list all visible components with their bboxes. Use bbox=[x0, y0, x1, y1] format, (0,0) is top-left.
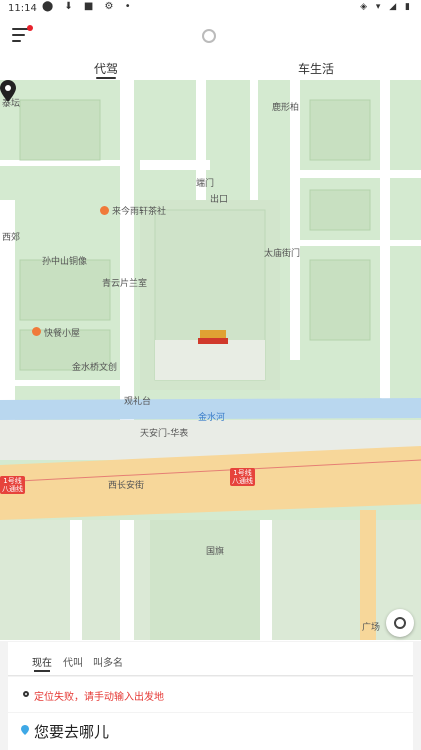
map-label: 来今雨轩茶社 bbox=[112, 207, 167, 217]
metro-badge: 1号线 八通线 bbox=[0, 476, 25, 494]
app-bar bbox=[0, 18, 421, 54]
pickup-field[interactable]: 定位失败，请手动输入出发地 bbox=[8, 677, 413, 712]
map-label: 金水河 bbox=[198, 413, 226, 423]
map-label: 西长安街 bbox=[108, 481, 145, 491]
locate-me-button[interactable] bbox=[386, 609, 414, 637]
location-pin-icon bbox=[0, 80, 16, 102]
notification-dot bbox=[27, 25, 33, 31]
app-logo-icon bbox=[202, 29, 216, 43]
map-label: 快餐小屋 bbox=[44, 329, 81, 339]
system-status-icons: ◈ ▾ ◢ ▮ bbox=[360, 2, 413, 12]
map-label: 端门 bbox=[196, 179, 215, 189]
map-label: 出口 bbox=[210, 195, 229, 205]
mode-call-for-others[interactable]: 代叫 bbox=[63, 654, 83, 669]
map-label: 青云片兰室 bbox=[102, 279, 148, 289]
map-label: 西郊 bbox=[2, 233, 21, 243]
mode-now[interactable]: 现在 bbox=[32, 654, 52, 669]
pickup-text: 定位失败，请手动输入出发地 bbox=[34, 692, 164, 703]
destination-field[interactable]: 您要去哪儿 bbox=[8, 713, 413, 750]
ride-mode-tabs: 现在 代叫 叫多名 bbox=[8, 642, 413, 676]
map-label: 鹿形柏 bbox=[272, 103, 300, 113]
map-view[interactable]: 泰坛 鹿形柏 端门 出口 来今雨轩茶社 西郊 孙中山铜像 太庙街门 青云片兰室 … bbox=[0, 80, 421, 640]
map-label: 广场 bbox=[362, 623, 381, 633]
tab-car-life[interactable]: 车生活 bbox=[298, 60, 334, 77]
destination-pin-icon bbox=[21, 725, 29, 735]
pickup-dot-icon bbox=[23, 691, 29, 697]
destination-text: 您要去哪儿 bbox=[34, 723, 110, 741]
status-time: 11:14 bbox=[8, 3, 37, 14]
mode-active-indicator bbox=[34, 670, 50, 672]
notification-icons: ⬤ ⬇ ■ ⚙ • bbox=[42, 1, 135, 12]
map-label: 国旗 bbox=[206, 547, 225, 557]
metro-badge: 1号线 八通线 bbox=[230, 468, 255, 486]
mode-call-multiple[interactable]: 叫多名 bbox=[93, 654, 123, 669]
map-label: 孙中山铜像 bbox=[42, 257, 88, 267]
tab-active-indicator bbox=[96, 77, 116, 79]
tab-daijia[interactable]: 代驾 bbox=[94, 60, 118, 77]
poi-icon bbox=[100, 206, 109, 215]
status-bar: 11:14 ⬤ ⬇ ■ ⚙ • ◈ ▾ ◢ ▮ bbox=[0, 0, 421, 18]
map-label: 天安门-华表 bbox=[140, 429, 189, 439]
poi-icon bbox=[32, 327, 41, 336]
map-label: 金水桥文创 bbox=[72, 363, 118, 373]
map-label: 观礼台 bbox=[124, 397, 152, 407]
service-tabs: 代驾 车生活 bbox=[0, 54, 421, 80]
map-label: 太庙街门 bbox=[264, 249, 301, 259]
